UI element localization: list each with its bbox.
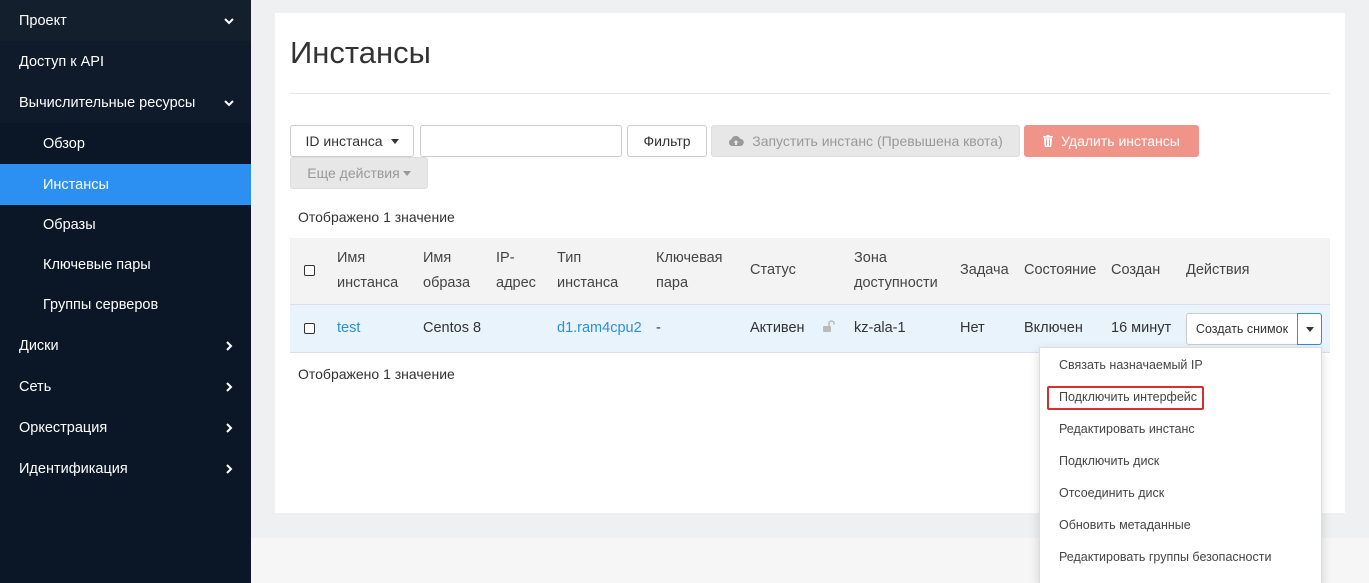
sidebar-item-key-pairs[interactable]: Ключевые пары [0, 244, 251, 285]
column-header-actions: Действия [1186, 262, 1250, 278]
column-header-zone[interactable]: Зона доступности [854, 246, 938, 296]
sidebar-item-api-access[interactable]: Доступ к API [0, 41, 251, 82]
menu-item-associate-floating-ip[interactable]: Связать назначаемый IP [1059, 358, 1203, 372]
sidebar-item-images[interactable]: Образы [0, 204, 251, 245]
instance-zone: kz-ala-1 [854, 320, 906, 336]
sidebar-item-label: Оркестрация [19, 419, 108, 436]
instance-image: Centos 8 [423, 320, 482, 336]
column-header-ip[interactable]: IP-адрес [496, 246, 536, 296]
sidebar-item-label: Проект [19, 12, 67, 29]
filter-field-select[interactable]: ID инстанса [290, 125, 414, 157]
column-header-created[interactable]: Создан [1111, 258, 1160, 283]
sidebar-item-project[interactable]: Проект [0, 0, 251, 41]
sidebar-item-label: Образы [43, 216, 96, 233]
more-actions-label: Еще действия [307, 165, 400, 181]
sidebar-item-label: Диски [19, 337, 59, 354]
menu-item-attach-interface[interactable]: Подключить интерфейс [1059, 390, 1197, 404]
column-header-task[interactable]: Задача [960, 258, 1009, 283]
sidebar-item-label: Группы серверов [43, 296, 159, 313]
sidebar-item-instances[interactable]: Инстансы [0, 164, 251, 205]
trash-icon [1043, 135, 1054, 147]
filter-field-label: ID инстанса [305, 133, 383, 149]
column-header-power-state[interactable]: Состояние [1024, 258, 1096, 283]
sidebar-item-label: Ключевые пары [43, 256, 151, 273]
chevron-right-icon [224, 381, 234, 392]
unlock-icon [822, 320, 836, 336]
instance-power-state: Включен [1024, 320, 1083, 336]
sidebar: Проект Доступ к API Вычислительные ресур… [0, 0, 251, 583]
sidebar-item-label: Доступ к API [19, 53, 104, 70]
column-header-name[interactable]: Имя инстанса [337, 246, 398, 296]
sidebar-item-label: Вычислительные ресурсы [19, 94, 196, 111]
sidebar-item-label: Идентификация [19, 460, 128, 477]
menu-item-edit-security-groups[interactable]: Редактировать группы безопасности [1059, 550, 1271, 564]
chevron-right-icon [224, 340, 234, 351]
sidebar-item-label: Обзор [43, 135, 85, 152]
more-actions-button[interactable]: Еще действия [290, 157, 428, 189]
instance-task: Нет [960, 320, 985, 336]
sidebar-item-orchestration[interactable]: Оркестрация [0, 407, 251, 448]
create-snapshot-button[interactable]: Создать снимок [1186, 313, 1298, 345]
menu-item-update-metadata[interactable]: Обновить метаданные [1059, 518, 1191, 532]
column-header-status[interactable]: Статус [750, 258, 796, 283]
instance-keypair: - [656, 320, 661, 336]
sidebar-item-compute[interactable]: Вычислительные ресурсы [0, 82, 251, 123]
sidebar-item-network[interactable]: Сеть [0, 366, 251, 407]
actions-dropdown-toggle[interactable] [1297, 313, 1322, 345]
column-header-flavor[interactable]: Тип инстанса [557, 246, 618, 296]
delete-instances-button[interactable]: Удалить инстансы [1024, 125, 1199, 157]
instance-name-link[interactable]: test [337, 320, 360, 336]
caret-down-icon [1305, 326, 1314, 332]
divider [290, 93, 1330, 94]
sidebar-item-label: Сеть [19, 378, 52, 395]
menu-item-edit-instance[interactable]: Редактировать инстанс [1059, 422, 1195, 436]
filter-button-label: Фильтр [643, 133, 691, 149]
sidebar-item-overview[interactable]: Обзор [0, 123, 251, 164]
row-checkbox[interactable] [304, 323, 315, 334]
column-header-image[interactable]: Имя образа [423, 246, 470, 296]
page-title: Инстансы [290, 35, 431, 70]
column-header-keypair[interactable]: Ключевая пара [656, 246, 723, 296]
instance-flavor-link[interactable]: d1.ram4cpu2 [557, 320, 642, 336]
instance-status: Активен [750, 320, 805, 336]
caret-down-icon [402, 170, 411, 176]
select-all-checkbox[interactable] [304, 265, 315, 276]
chevron-down-icon [224, 16, 234, 26]
instance-created: 16 минут [1111, 320, 1172, 336]
sidebar-item-server-groups[interactable]: Группы серверов [0, 284, 251, 325]
delete-instances-label: Удалить инстансы [1061, 133, 1180, 149]
create-snapshot-label: Создать снимок [1195, 322, 1289, 336]
sidebar-item-volumes[interactable]: Диски [0, 325, 251, 366]
launch-instance-label: Запустить инстанс (Превышена квота) [752, 133, 1003, 149]
sidebar-item-label: Инстансы [43, 176, 109, 193]
filter-input[interactable] [420, 125, 622, 157]
filter-button[interactable]: Фильтр [627, 125, 707, 157]
chevron-down-icon [224, 98, 234, 108]
menu-item-attach-volume[interactable]: Подключить диск [1059, 454, 1159, 468]
items-count-top: Отображено 1 значение [298, 209, 455, 225]
items-count-bottom: Отображено 1 значение [298, 366, 455, 382]
launch-instance-button[interactable]: Запустить инстанс (Превышена квота) [711, 125, 1020, 157]
caret-down-icon [390, 138, 399, 144]
chevron-right-icon [224, 463, 234, 474]
chevron-right-icon [224, 422, 234, 433]
menu-item-detach-volume[interactable]: Отсоединить диск [1059, 486, 1164, 500]
cloud-upload-icon [728, 135, 744, 147]
sidebar-item-identity[interactable]: Идентификация [0, 448, 251, 489]
